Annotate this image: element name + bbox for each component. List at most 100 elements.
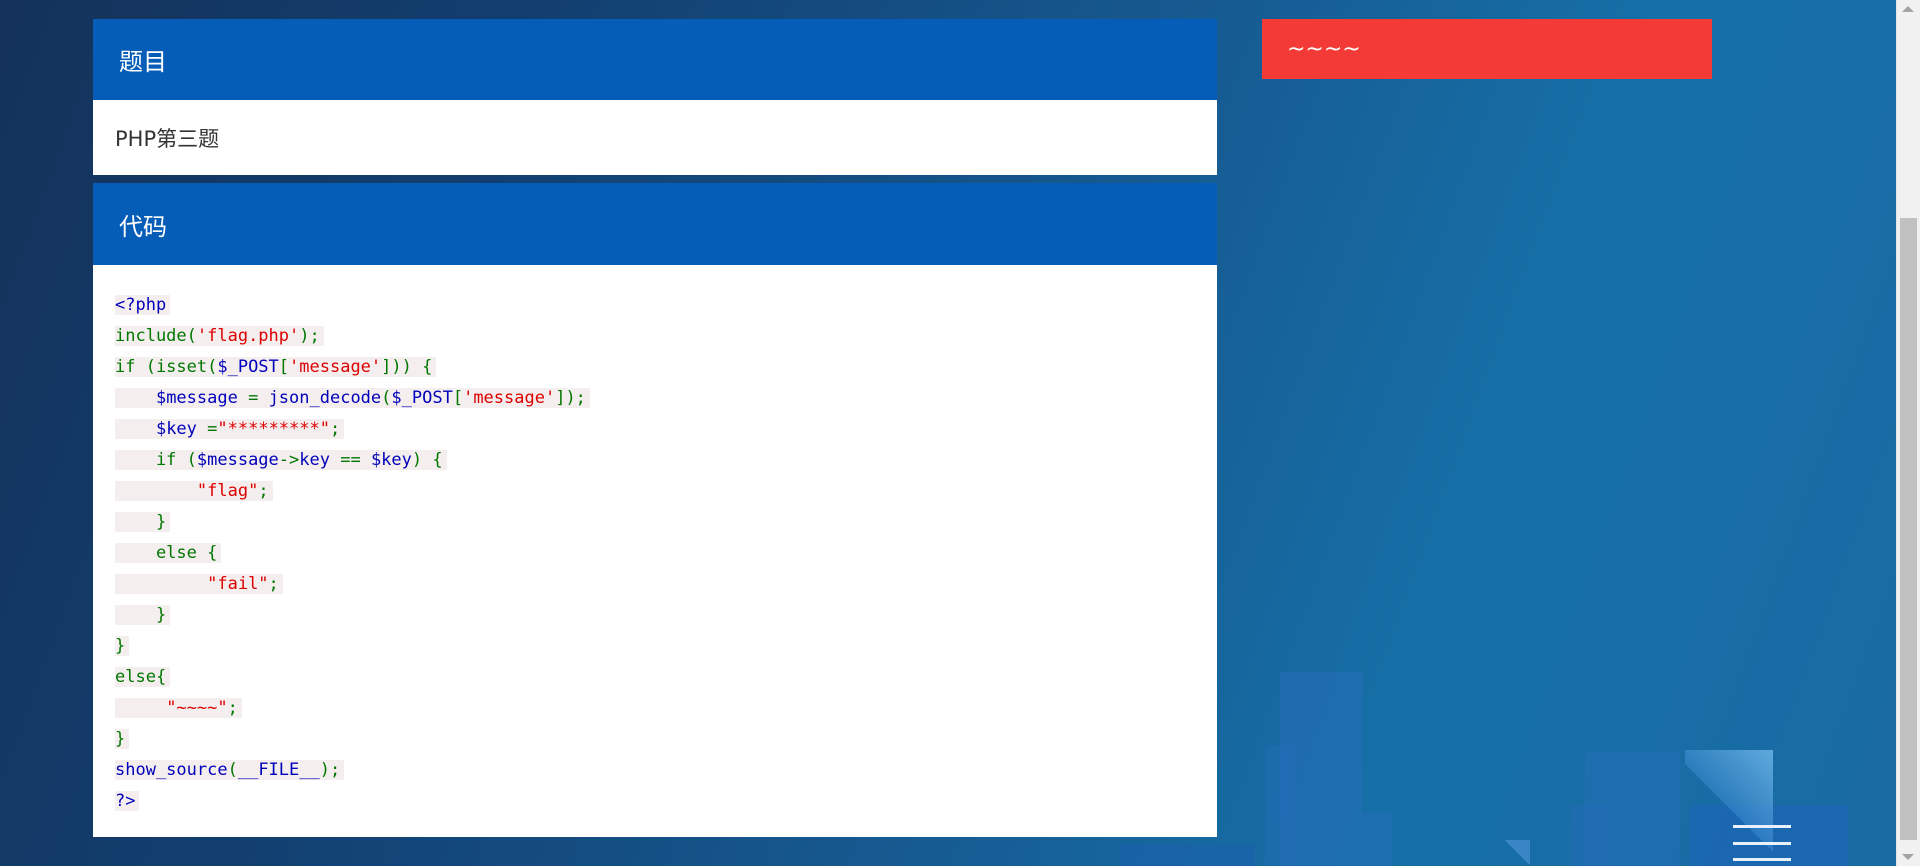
- code-line-content: }: [115, 605, 171, 625]
- code-token: ;: [329, 419, 341, 439]
- code-token: $key: [155, 419, 208, 439]
- code-token: }: [115, 636, 126, 656]
- problem-name: PHP第三题: [115, 126, 220, 151]
- problem-panel-title: 题目: [119, 48, 167, 76]
- code-token: if (: [115, 450, 197, 470]
- code-line-content: }: [115, 729, 130, 749]
- code-token: $_POST: [217, 357, 279, 377]
- code-token: json_decode: [268, 388, 382, 408]
- code-line-content: "~~~~";: [115, 698, 242, 718]
- code-panel-title: 代码: [119, 212, 167, 241]
- menu-line: [1733, 858, 1791, 861]
- notice-text: ~~~~: [1287, 36, 1361, 62]
- code-token: ]);: [555, 388, 586, 408]
- code-token: ?>: [115, 791, 136, 811]
- code-token: "fail": [207, 574, 269, 594]
- code-line: }: [115, 631, 1195, 662]
- code-token: "flag": [196, 481, 259, 501]
- code-line: if (isset($_POST['message'])) {: [115, 352, 1195, 383]
- code-line-content: include('flag.php');: [115, 326, 324, 346]
- code-token: show_source: [115, 760, 228, 780]
- code-line-content: }: [115, 636, 130, 656]
- code-token: __FILE__: [237, 760, 320, 780]
- code-line: }: [115, 600, 1195, 631]
- code-token: );: [299, 326, 320, 346]
- scroll-down-arrow-icon[interactable]: [1902, 854, 1914, 860]
- code-line: }: [115, 507, 1195, 538]
- code-token: );: [319, 760, 341, 780]
- code-token: }: [115, 729, 126, 749]
- code-panel-body: <?php include('flag.php'); if (isset($_POS…: [93, 265, 1217, 837]
- code-line-content: if (isset($_POST['message'])) {: [115, 357, 437, 377]
- code-line-content: $key ="*********";: [115, 419, 345, 439]
- code-line-content: <?php: [115, 295, 171, 315]
- code-line-content: "fail";: [115, 574, 283, 594]
- menu-line: [1733, 825, 1791, 828]
- code-token: (: [381, 388, 392, 408]
- code-token: <?php: [115, 295, 167, 315]
- code-token: ;: [258, 481, 269, 501]
- code-line-content: ?>: [115, 791, 140, 811]
- code-line: else {: [115, 538, 1195, 569]
- code-line: ?>: [115, 786, 1195, 817]
- code-line: "fail";: [115, 569, 1195, 600]
- code-line-content: else{: [115, 667, 171, 687]
- code-token: }: [115, 605, 167, 625]
- code-line: show_source(__FILE__);: [115, 755, 1195, 786]
- code-token: 'flag.php': [196, 326, 300, 346]
- code-token: $message: [196, 450, 279, 470]
- code-line: <?php: [115, 290, 1195, 321]
- code-token: }: [115, 512, 167, 532]
- code-token: $key: [370, 450, 412, 470]
- code-token: ])) {: [381, 357, 433, 377]
- code-token: "*********": [217, 419, 330, 439]
- code-token: include(: [115, 326, 197, 346]
- code-token: 'message': [289, 357, 382, 377]
- code-token: key: [299, 450, 341, 470]
- code-line: if ($message->key == $key) {: [115, 445, 1195, 476]
- code-line: else{: [115, 662, 1195, 693]
- php-source-code-block: <?php include('flag.php'); if (isset($_POS…: [115, 290, 1195, 817]
- code-line-content: if ($message->key == $key) {: [115, 450, 447, 470]
- hamburger-menu-icon[interactable]: [1733, 823, 1791, 863]
- code-line-content: $message = json_decode($_POST['message']…: [115, 388, 590, 408]
- code-line: "~~~~";: [115, 693, 1195, 724]
- notice-banner: ~~~~: [1262, 19, 1712, 79]
- code-token: ==: [340, 450, 371, 470]
- code-token: ;: [268, 574, 279, 594]
- code-token: [: [278, 357, 290, 377]
- code-token: =: [248, 388, 269, 408]
- code-panel-header: 代码: [93, 183, 1217, 265]
- scrollbar-thumb[interactable]: [1900, 218, 1917, 840]
- code-line-content: "flag";: [115, 481, 273, 501]
- code-line-content: }: [115, 512, 171, 532]
- code-line: $message = json_decode($_POST['message']…: [115, 383, 1195, 414]
- code-token: ) {: [411, 450, 443, 470]
- code-line-content: else {: [115, 543, 222, 563]
- code-line: $key ="*********";: [115, 414, 1195, 445]
- code-token: (: [227, 760, 238, 780]
- code-token: else {: [115, 543, 218, 563]
- code-token: =: [207, 419, 218, 439]
- problem-panel-header: 题目: [93, 19, 1217, 100]
- code-token: ;: [227, 698, 238, 718]
- code-token: [: [452, 388, 464, 408]
- code-token: "~~~~": [166, 698, 228, 718]
- code-token: 'message': [463, 388, 556, 408]
- page-scrollbar[interactable]: [1896, 0, 1920, 866]
- scroll-up-arrow-icon[interactable]: [1902, 6, 1914, 12]
- code-token: ->: [278, 450, 300, 470]
- menu-line: [1733, 841, 1791, 845]
- code-token: else{: [115, 667, 167, 687]
- code-line: include('flag.php');: [115, 321, 1195, 352]
- code-token: if (isset(: [115, 357, 218, 377]
- code-token: $message: [155, 388, 249, 408]
- code-line: "flag";: [115, 476, 1195, 507]
- code-token: $_POST: [391, 388, 453, 408]
- code-line: }: [115, 724, 1195, 755]
